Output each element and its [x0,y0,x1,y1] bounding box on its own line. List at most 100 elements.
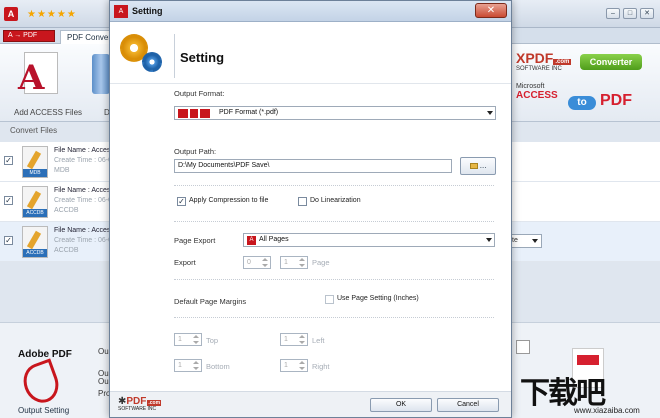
pdf-icon: A [247,236,256,245]
window-controls: – □ ✕ [606,8,654,19]
chevron-down-icon [532,239,538,243]
add-access-files-button[interactable]: A [18,52,62,98]
use-page-setting-checkbox[interactable] [325,295,334,304]
export-to-value: 1 [284,259,288,266]
browse-button[interactable]: ... [460,157,496,175]
dialog-body: Output Format: PDF Format (*.pdf) Output… [110,85,511,391]
stepper-up-icon[interactable] [193,335,199,338]
file-created: Create Time : 06-0 [54,237,112,244]
apply-compression-checkbox[interactable]: ✓ [177,197,186,206]
maximize-icon[interactable]: □ [623,8,637,19]
export-from-stepper[interactable]: 0 [243,256,271,269]
file-checkbox[interactable]: ✓ [4,196,13,205]
page-export-select[interactable]: A All Pages [243,233,495,247]
convert-files-header: Convert Files [10,126,58,135]
margin-left-stepper[interactable]: 1 [280,333,308,346]
export-page-label: Page [312,258,330,267]
output-side-label: Ou [98,347,109,356]
close-icon[interactable]: ✕ [640,8,654,19]
stepper-down-icon[interactable] [299,264,305,267]
accdb-file-icon: ACCDB [22,186,48,218]
to-badge: to [568,96,596,110]
ms-access-logo: Microsoft ACCESS [516,82,558,101]
linearization-checkbox[interactable] [298,197,307,206]
stepper-down-icon[interactable] [299,367,305,370]
close-button[interactable]: ✕ [475,3,507,18]
dialog-titlebar[interactable]: A Setting ✕ [110,1,511,22]
header-divider [174,34,175,78]
access-icon: A [18,58,45,98]
file-icon-tag: ACCDB [23,209,47,217]
access-to-pdf-icon[interactable] [3,30,55,42]
file-created: Create Time : 06-0 [54,157,112,164]
stepper-up-icon[interactable] [299,335,305,338]
app-logo-icon: A [4,7,18,21]
stepper-up-icon[interactable] [299,258,305,261]
pdf-format-icon [178,109,214,118]
export-from-value: 0 [247,259,251,266]
output-format-select[interactable]: PDF Format (*.pdf) [174,106,496,120]
row-output-select-value: te [512,237,518,244]
adobe-pdf-logo: Adobe PDF [18,349,72,360]
bottom-select-arrow[interactable] [516,340,530,354]
divider [174,279,494,280]
dialog-heading: Setting [180,50,225,65]
file-checkbox[interactable]: ✓ [4,156,13,165]
margin-right-stepper[interactable]: 1 [280,359,308,372]
brand-logo-com: .com [553,59,572,65]
stepper-up-icon[interactable] [299,361,305,364]
margin-bottom-stepper[interactable]: 1 [174,359,202,372]
file-icon-tag: ACCDB [23,249,47,257]
margin-right-label: Right [312,362,330,371]
dialog-title: Setting [132,6,163,16]
stepper-down-icon[interactable] [299,341,305,344]
footer-logo-sub: SOFTWARE INC [118,406,157,412]
stepper-down-icon[interactable] [193,341,199,344]
output-setting-label: Output Setting [18,406,70,415]
export-to-stepper[interactable]: 1 [280,256,308,269]
brand-logo: XPDF .com SOFTWARE INC [516,50,576,80]
file-type: ACCDB [54,247,79,254]
file-name: File Name : Access [54,147,114,154]
file-type: ACCDB [54,207,79,214]
watermark: 下载吧 www.xiazaiba.com [520,368,660,418]
chevron-down-icon [486,238,492,242]
file-type: MDB [54,167,70,174]
setting-dialog: A Setting ✕ Setting Output Format: PDF F… [109,0,512,418]
file-created: Create Time : 06-0 [54,197,112,204]
minimize-icon[interactable]: – [606,8,620,19]
margin-left-value: 1 [284,336,288,343]
add-access-files-label: Add ACCESS Files [14,108,83,117]
gear-icon [142,52,162,72]
dialog-header: Setting [110,22,511,84]
brand-logo-text: XPDF [516,50,554,66]
page-export-value: All Pages [259,236,289,243]
stepper-up-icon[interactable] [193,361,199,364]
margin-top-stepper[interactable]: 1 [174,333,202,346]
stepper-down-icon[interactable] [193,367,199,370]
stepper-up-icon[interactable] [262,258,268,261]
row-output-select[interactable]: te [508,234,542,248]
margin-bottom-value: 1 [178,362,182,369]
output-format-label: Output Format: [174,89,225,98]
output-path-input[interactable]: D:\My Documents\PDF Save\ [174,159,452,173]
cancel-button[interactable]: Cancel [437,398,499,412]
app-logo-icon: A [114,5,128,18]
use-page-setting-label: Use Page Setting (Inches) [337,295,419,302]
delete-icon[interactable] [92,54,110,94]
file-name: File Name : Access [54,227,114,234]
output-path-label: Output Path: [174,147,217,156]
footer-brand-logo: ✱PDF .com SOFTWARE INC [118,396,188,416]
margin-top-value: 1 [178,336,182,343]
file-icon-tag: MDB [23,169,47,177]
chevron-down-icon [487,111,493,115]
linearization-label: Do Linearization [310,197,361,204]
margin-bottom-label: Bottom [206,362,230,371]
margin-left-label: Left [312,336,325,345]
browse-label: ... [479,161,487,170]
file-checkbox[interactable]: ✓ [4,236,13,245]
ok-button[interactable]: OK [370,398,432,412]
stepper-down-icon[interactable] [262,264,268,267]
pdf-logo-text: PDF [600,92,632,109]
rating-stars: ★★★★★ [27,9,77,20]
